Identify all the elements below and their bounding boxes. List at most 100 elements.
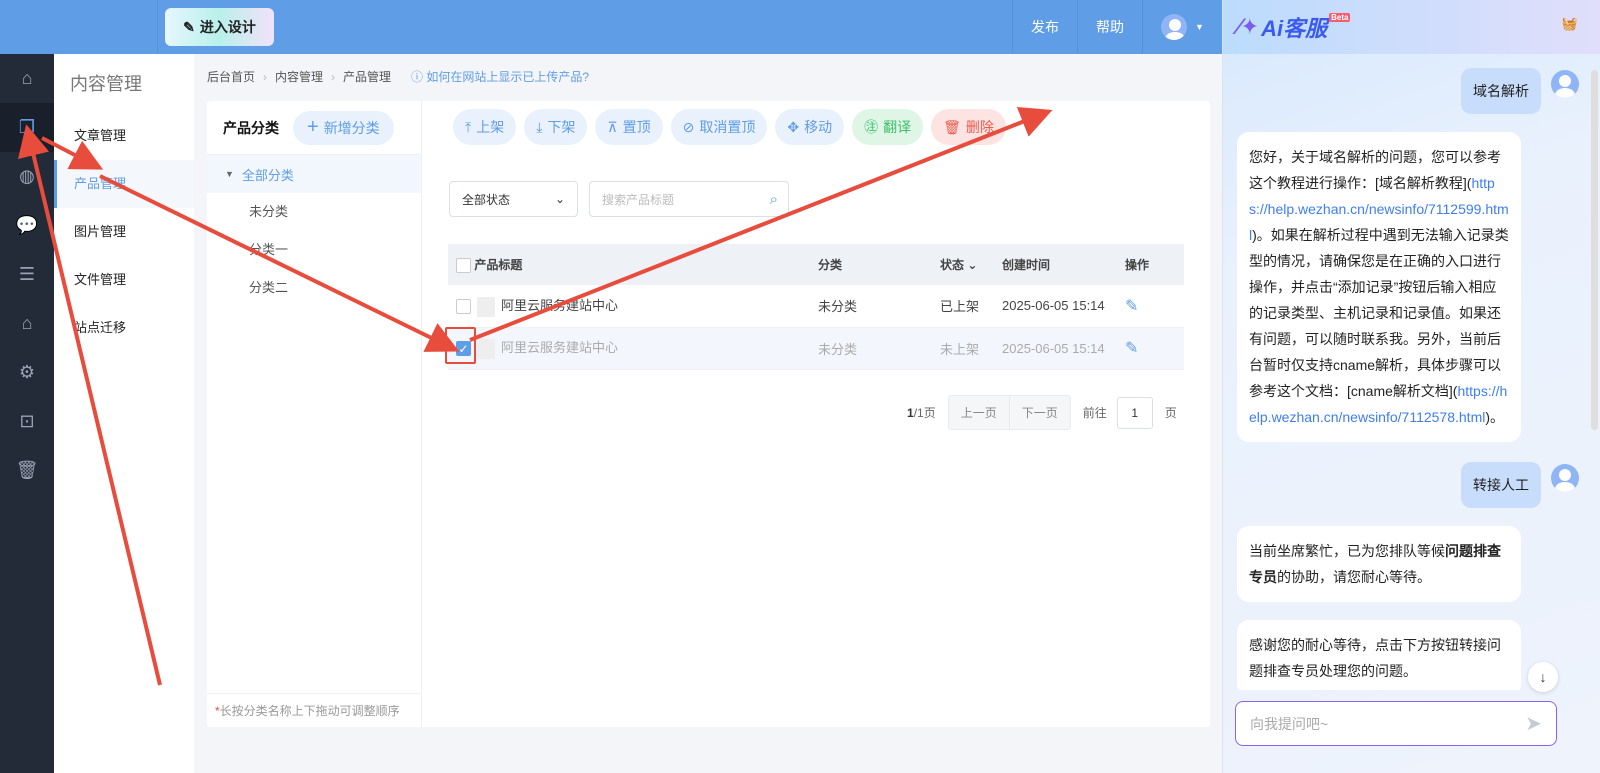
submenu-item[interactable]: 文件管理 — [54, 256, 194, 304]
help-button[interactable]: 帮助 — [1077, 0, 1142, 54]
category-panel: 产品分类 + 新增分类 ▼ 全部分类 未分类 分类一 分类二 *长按分类名称上下拖动… — [207, 101, 422, 727]
category-hint: *长按分类名称上下拖动可调整顺序 — [207, 693, 422, 727]
message-list: 域名解析您好，关于域名解析的问题，您可以参考这个教程进行操作：[域名解析教程](… — [1223, 54, 1593, 690]
product-created: 2025-06-05 15:14 — [1002, 327, 1125, 370]
table-row[interactable]: ✓ 阿里云服务建站中心 未分类 未上架 2025-06-05 15:14 ✎ — [448, 327, 1184, 370]
unpin-icon: ⊘ — [682, 118, 695, 135]
next-page-button[interactable]: 下一页 — [1008, 396, 1070, 429]
submenu-item[interactable]: 文章管理 — [54, 112, 194, 160]
category-item[interactable]: 分类一 — [207, 231, 421, 269]
message-text: )。 — [1485, 409, 1505, 425]
table-row[interactable]: 阿里云服务建站中心 未分类 已上架 2025-06-05 15:14 ✎ — [448, 285, 1184, 328]
scroll-down-button[interactable]: ↓ — [1528, 662, 1558, 692]
category-item[interactable]: 未分类 — [207, 193, 421, 231]
product-status: 已上架 — [940, 285, 1002, 328]
edit-icon[interactable]: ✎ — [1125, 340, 1138, 357]
chat-input[interactable]: 向我提问吧~ ➤ — [1235, 701, 1557, 746]
chevron-right-icon: › — [331, 69, 336, 84]
col-status[interactable]: 状态 ⌄ — [940, 244, 1002, 285]
row-checkbox[interactable] — [456, 299, 471, 315]
search-input[interactable]: 搜索产品标题 ⌕ — [589, 181, 789, 217]
help-link[interactable]: ⓘ 如何在网站上显示已上传产品? — [411, 68, 589, 85]
plus-icon: + — [307, 116, 319, 138]
user-avatar — [1551, 464, 1579, 492]
wechat-icon[interactable]: 💬 — [0, 201, 54, 250]
message-text: 当前坐席繁忙，已为您排队等候 — [1249, 543, 1445, 559]
annotation-highlight — [445, 327, 476, 364]
clear-chat-icon[interactable]: 🧺 — [1562, 16, 1578, 32]
gear-icon[interactable]: ⚙ — [0, 348, 54, 397]
product-status: 未上架 — [940, 327, 1002, 370]
pin-button[interactable]: ⊼ 置顶 — [595, 109, 663, 145]
avatar — [1161, 14, 1188, 40]
product-title[interactable]: 阿里云服务建站中心 — [501, 298, 618, 313]
publish-button[interactable]: 发布 — [1012, 0, 1077, 54]
unpin-button[interactable]: ⊘ 取消置顶 — [670, 109, 768, 145]
search-icon[interactable]: ⌕ — [770, 191, 778, 208]
edit-icon[interactable]: ✎ — [1125, 298, 1138, 315]
message-text: 转接人工 — [1473, 477, 1529, 493]
globe-icon[interactable]: ◍ — [0, 152, 54, 201]
pagination: 1/1页 上一页 下一页 前往 1 页 — [907, 395, 1177, 430]
message-text: 您好，关于域名解析的问题，您可以参考这个教程进行操作：[域名解析教程]( — [1249, 149, 1501, 191]
product-category: 未分类 — [818, 285, 940, 328]
message-text: 域名解析 — [1473, 83, 1529, 99]
caret-down-icon: ▼ — [1195, 22, 1204, 32]
category-title: 产品分类 — [223, 119, 279, 136]
select-all-checkbox[interactable] — [456, 258, 471, 274]
chevron-right-icon: › — [263, 69, 268, 84]
chat-header: ⁄✦ Ai客服 Beta 🧺 — [1223, 0, 1600, 54]
list-icon[interactable]: ☰ — [0, 250, 54, 299]
submenu-item[interactable]: 图片管理 — [54, 208, 194, 256]
chevron-down-icon: ⌄ — [967, 258, 978, 272]
page-input[interactable]: 1 — [1116, 396, 1153, 429]
shop-icon[interactable]: ⌂ — [0, 299, 54, 348]
magic-wand-icon: ⁄✦ — [1237, 14, 1260, 39]
product-table: 产品标题 分类 状态 ⌄ 创建时间 操作 阿里云服务建站中心 未分类 已上架 2025… — [448, 244, 1184, 370]
category-all[interactable]: ▼ 全部分类 — [207, 155, 421, 193]
submenu-item[interactable]: 产品管理 — [54, 160, 194, 208]
send-icon[interactable]: ➤ — [1525, 711, 1542, 736]
terminal-icon[interactable]: ⊡ — [0, 397, 54, 446]
product-card: 产品分类 + 新增分类 ▼ 全部分类 未分类 分类一 分类二 *长按分类名称上下拖动… — [207, 101, 1210, 727]
bot-message: 当前坐席繁忙，已为您排队等候问题排查专员的协助，请您耐心等待。 — [1237, 526, 1521, 602]
submenu-item[interactable]: 站点迁移 — [54, 304, 194, 352]
user-message: 域名解析 — [1461, 68, 1541, 114]
bot-message: 感谢您的耐心等待，点击下方按钮转接问题排查专员处理您的问题。 — [1237, 620, 1521, 690]
breadcrumb: 后台首页 › 内容管理 › 产品管理 ⓘ 如何在网站上显示已上传产品? — [207, 68, 589, 85]
status-select[interactable]: 全部状态 ⌄ — [449, 181, 578, 217]
ai-logo: ⁄✦ Ai客服 Beta — [1237, 13, 1351, 41]
bot-message: 您好，关于域名解析的问题，您可以参考这个教程进行操作：[域名解析教程](http… — [1237, 132, 1521, 442]
move-button[interactable]: ✥ 移动 — [775, 109, 845, 145]
content-icon[interactable]: ❐ — [0, 103, 54, 152]
scrollbar[interactable] — [1591, 70, 1598, 430]
trash-icon[interactable]: 🗑 — [0, 446, 54, 495]
message-text: 感谢您的耐心等待，点击下方按钮转接问题排查专员处理您的问题。 — [1249, 637, 1501, 679]
pin-icon: ⊼ — [607, 118, 618, 135]
enter-design-button[interactable]: ✎ 进入设计 — [165, 8, 274, 46]
shelve-button[interactable]: ⤒ 上架 — [453, 109, 517, 145]
product-title[interactable]: 阿里云服务建站中心 — [501, 340, 618, 355]
top-bar: ✎ 进入设计 发布 帮助 ▼ — [0, 0, 1222, 54]
category-item[interactable]: 分类二 — [207, 269, 421, 307]
product-created: 2025-06-05 15:14 — [1002, 285, 1125, 328]
move-icon: ✥ — [787, 118, 800, 135]
ai-chat-panel: ⁄✦ Ai客服 Beta 🧺 域名解析您好，关于域名解析的问题，您可以参考这个教程进… — [1222, 0, 1600, 773]
translate-icon: ㊟ — [864, 119, 879, 135]
prev-page-button[interactable]: 上一页 — [949, 396, 1009, 429]
trash-icon: 🗑 — [943, 118, 961, 135]
breadcrumb-content[interactable]: 内容管理 — [275, 68, 323, 85]
product-category: 未分类 — [818, 327, 940, 370]
delete-button[interactable]: 🗑 删除 — [931, 109, 1006, 145]
translate-button[interactable]: ㊟翻译 — [852, 109, 924, 145]
upload-icon: ⤒ — [465, 118, 472, 135]
user-message: 转接人工 — [1461, 462, 1541, 508]
home-icon[interactable]: ⌂ — [0, 54, 54, 103]
message-text: 的协助，请您耐心等待。 — [1277, 569, 1431, 585]
breadcrumb-home[interactable]: 后台首页 — [207, 68, 255, 85]
unshelve-button[interactable]: ⤓ 下架 — [524, 109, 588, 145]
product-thumbnail — [477, 296, 495, 317]
toolbar: ⤒ 上架 ⤓ 下架 ⊼ 置顶 ⊘ 取消置顶 ✥ 移动 ㊟翻译 🗑 删除 — [453, 109, 1006, 145]
user-menu[interactable]: ▼ — [1142, 0, 1222, 54]
add-category-button[interactable]: + 新增分类 — [293, 110, 394, 145]
